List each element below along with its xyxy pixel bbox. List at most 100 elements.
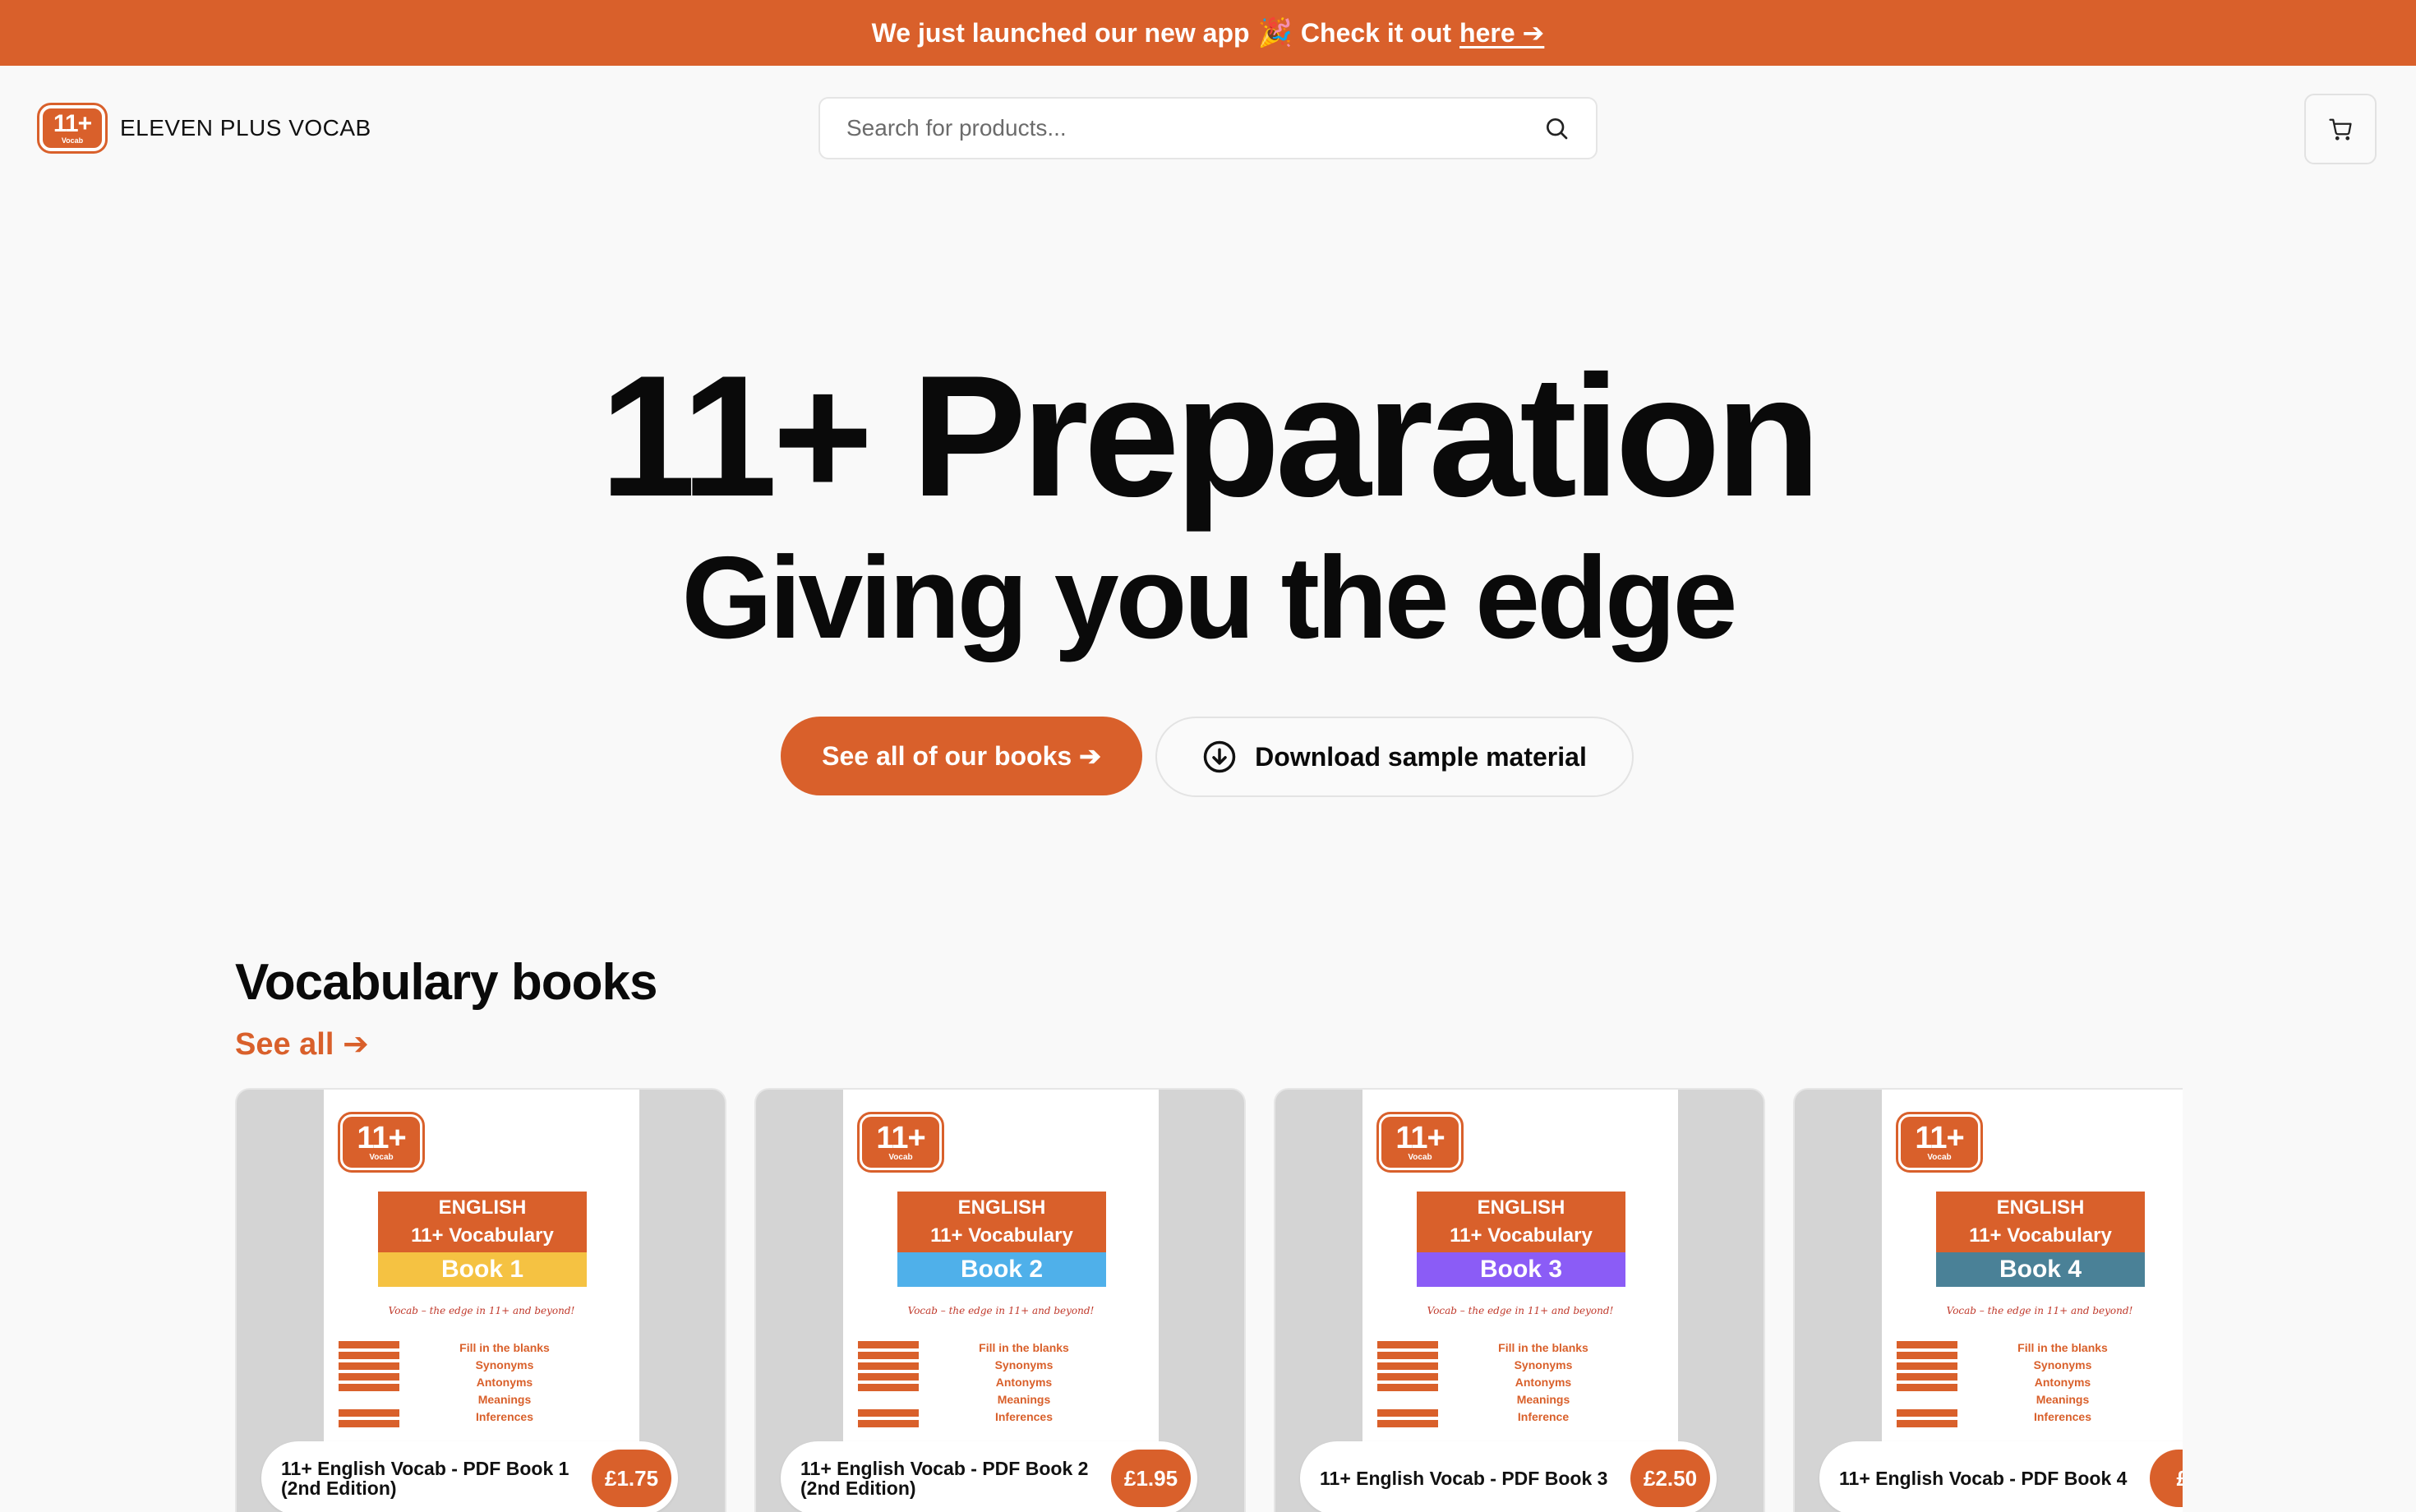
cover-title-band: ENGLISH 11+ Vocabulary (1417, 1192, 1625, 1252)
download-sample-button[interactable]: Download sample material (1155, 717, 1634, 797)
see-all-books-button[interactable]: See all of our books ➔ (781, 717, 1142, 795)
cover-logo: 11+ Vocab (1376, 1112, 1464, 1173)
announcement-bar: We just launched our new app 🎉 Check it … (0, 0, 2416, 66)
cover-logo-subtext: Vocab (369, 1153, 394, 1162)
product-name: 11+ English Vocab - PDF Book 3 (1320, 1467, 1608, 1489)
cover-topic: Fill in the blanks (459, 1341, 550, 1354)
product-info-pill: 11+ English Vocab - PDF Book 2 (2nd Edit… (781, 1441, 1198, 1512)
cover-topic: Fill in the blanks (1498, 1341, 1588, 1354)
cover-subject: ENGLISH (1477, 1196, 1565, 1219)
product-info-pill: 11+ English Vocab - PDF Book 4 £2 (1819, 1441, 2183, 1512)
cover-topic-list: Fill in the blanks Synonyms Antonyms Mea… (1980, 1339, 2145, 1426)
product-info-pill: 11+ English Vocab - PDF Book 3 £2.50 (1300, 1441, 1717, 1512)
product-card[interactable]: 11+ Vocab ENGLISH 11+ Vocabulary Book 4 … (1793, 1088, 2183, 1512)
product-card[interactable]: 11+ Vocab ENGLISH 11+ Vocabulary Book 2 … (754, 1088, 1246, 1512)
cover-logo: 11+ Vocab (338, 1112, 425, 1173)
cover-info-block (339, 1341, 399, 1431)
cover-tagline: Vocab – the edge in 11+ and beyond! (388, 1305, 575, 1316)
cover-topic: Fill in the blanks (2017, 1341, 2108, 1354)
section-title: Vocabulary books (235, 954, 657, 1011)
search-bar (818, 97, 1598, 159)
cover-logo: 11+ Vocab (857, 1112, 944, 1173)
cover-logo-text: 11+ (876, 1121, 925, 1155)
cover-topic: Synonyms (2033, 1358, 2092, 1371)
cover-topic: Synonyms (1514, 1358, 1573, 1371)
download-circle-icon (1203, 740, 1236, 773)
product-name: 11+ English Vocab - PDF Book 4 (1839, 1467, 2128, 1489)
announcement-cta-prefix: Check it out (1300, 17, 1452, 48)
cart-icon (2329, 118, 2352, 141)
cover-subject: ENGLISH (438, 1196, 527, 1219)
cover-book-label: Book 4 (1936, 1252, 2145, 1287)
hero-subtitle: Giving you the edge (681, 532, 1737, 663)
cover-topic-list: Fill in the blanks Synonyms Antonyms Mea… (1461, 1339, 1625, 1426)
cover-topic: Meanings (2036, 1393, 2090, 1406)
cover-topic-list: Fill in the blanks Synonyms Antonyms Mea… (942, 1339, 1106, 1426)
cover-title-band: ENGLISH 11+ Vocabulary (897, 1192, 1106, 1252)
cover-subject: ENGLISH (1996, 1196, 2085, 1219)
cover-info-block (858, 1341, 919, 1431)
cover-topic: Synonyms (475, 1358, 534, 1371)
cover-topic: Antonyms (2034, 1376, 2091, 1389)
cover-book-label: Book 3 (1417, 1252, 1625, 1287)
cover-logo-subtext: Vocab (888, 1153, 913, 1162)
cover-tagline: Vocab – the edge in 11+ and beyond! (1946, 1305, 2133, 1316)
product-price: £1.75 (592, 1450, 672, 1507)
cover-topic: Inference (1517, 1410, 1570, 1423)
cover-logo-subtext: Vocab (1927, 1153, 1952, 1162)
cover-topic: Inferences (2033, 1410, 2092, 1423)
cover-tagline: Vocab – the edge in 11+ and beyond! (1427, 1305, 1614, 1316)
cover-logo-text: 11+ (1395, 1121, 1445, 1155)
cover-logo-text: 11+ (357, 1121, 406, 1155)
cover-topic: Meanings (1516, 1393, 1570, 1406)
cover-info-block (1377, 1341, 1438, 1431)
cover-topic: Meanings (997, 1393, 1051, 1406)
product-info-pill: 11+ English Vocab - PDF Book 1 (2nd Edit… (261, 1441, 679, 1512)
product-price: £2.50 (1630, 1450, 1711, 1507)
cover-book-label: Book 1 (378, 1252, 587, 1287)
cover-tagline: Vocab – the edge in 11+ and beyond! (907, 1305, 1095, 1316)
cover-topic: Fill in the blanks (979, 1341, 1069, 1354)
cover-logo-text: 11+ (1915, 1121, 1964, 1155)
product-carousel: 11+ Vocab ENGLISH 11+ Vocabulary Book 1 … (235, 1088, 2183, 1512)
logo-text: 11+ (53, 110, 92, 137)
product-name: 11+ English Vocab - PDF Book 1 (2nd Edit… (281, 1457, 569, 1499)
brand-name: ELEVEN PLUS VOCAB (120, 115, 371, 141)
cover-topic: Antonyms (1515, 1376, 1572, 1389)
site-header: 11+ Vocab ELEVEN PLUS VOCAB (0, 66, 2416, 189)
search-icon[interactable] (1543, 115, 1570, 141)
cover-topic: Inferences (475, 1410, 534, 1423)
product-card[interactable]: 11+ Vocab ENGLISH 11+ Vocabulary Book 1 … (235, 1088, 726, 1512)
cover-series: 11+ Vocabulary (930, 1224, 1073, 1247)
cover-info-block (1897, 1341, 1957, 1431)
cover-series: 11+ Vocabulary (411, 1224, 554, 1247)
announcement-text: We just launched our new app (871, 17, 1250, 48)
announcement-link[interactable]: here ➔ (1459, 17, 1544, 48)
cover-topic: Antonyms (995, 1376, 1053, 1389)
logo-link[interactable]: 11+ Vocab ELEVEN PLUS VOCAB (37, 103, 371, 154)
logo-subtext: Vocab (61, 136, 84, 145)
logo-badge: 11+ Vocab (37, 103, 108, 154)
product-card[interactable]: 11+ Vocab ENGLISH 11+ Vocabulary Book 3 … (1274, 1088, 1765, 1512)
cover-topic: Antonyms (476, 1376, 533, 1389)
search-input[interactable] (846, 115, 1543, 141)
cover-topic: Meanings (477, 1393, 532, 1406)
cover-series: 11+ Vocabulary (1969, 1224, 2112, 1247)
hero-title: 11+ Preparation (600, 339, 1821, 532)
cover-series: 11+ Vocabulary (1450, 1224, 1593, 1247)
cover-topic-list: Fill in the blanks Synonyms Antonyms Mea… (422, 1339, 587, 1426)
cart-button[interactable] (2304, 94, 2377, 164)
product-name: 11+ English Vocab - PDF Book 2 (2nd Edit… (800, 1457, 1089, 1499)
cover-topic: Inferences (994, 1410, 1054, 1423)
party-popper-icon: 🎉 (1257, 17, 1293, 48)
cover-subject: ENGLISH (957, 1196, 1046, 1219)
cover-book-label: Book 2 (897, 1252, 1106, 1287)
cover-title-band: ENGLISH 11+ Vocabulary (1936, 1192, 2145, 1252)
download-sample-label: Download sample material (1255, 741, 1587, 772)
cover-logo-subtext: Vocab (1408, 1153, 1432, 1162)
cover-title-band: ENGLISH 11+ Vocabulary (378, 1192, 587, 1252)
product-price: £1.95 (1111, 1450, 1192, 1507)
cover-topic: Synonyms (994, 1358, 1054, 1371)
cover-logo: 11+ Vocab (1896, 1112, 1983, 1173)
see-all-link[interactable]: See all ➔ (235, 1026, 369, 1063)
